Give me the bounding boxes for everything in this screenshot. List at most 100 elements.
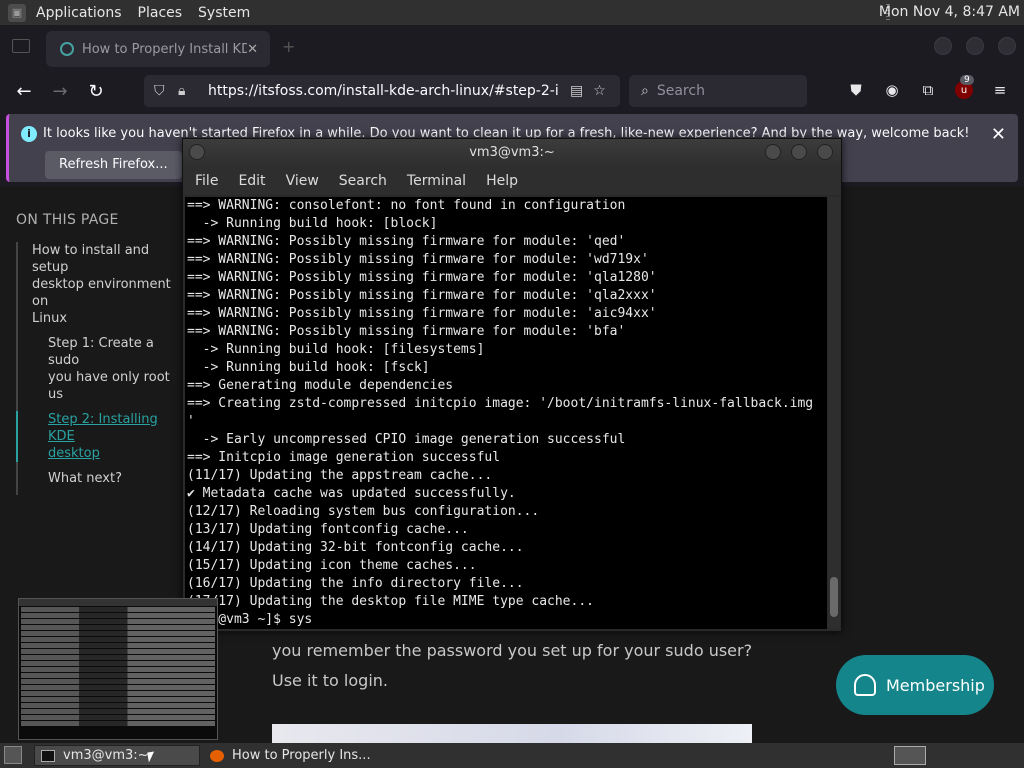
membership-button[interactable]: Membership <box>836 655 994 715</box>
thumbnail-line <box>21 607 215 612</box>
url-text[interactable]: https://itsfoss.com/install-kde-arch-lin… <box>208 83 560 99</box>
toc-item-what-next[interactable]: What next? <box>18 470 186 487</box>
terminal-line: (15/17) Updating icon theme caches... <box>187 558 477 573</box>
show-desktop-icon[interactable] <box>4 746 22 764</box>
terminal-menubar: File Edit View Search Terminal Help <box>183 167 841 195</box>
thumbnail-line <box>21 673 215 678</box>
thumbnail-line <box>21 685 215 690</box>
article-paragraph: you remember the password you set up for… <box>272 636 752 696</box>
firefox-navbar: ← → ↻ ⛉ 🔒︎ https://itsfoss.com/install-k… <box>0 71 1024 111</box>
on-this-page-heading: ON THIS PAGE <box>16 212 119 228</box>
terminal-line: ==> WARNING: Possibly missing firmware f… <box>187 324 626 339</box>
terminal-line: -> Running build hook: [block] <box>187 216 438 231</box>
thumbnail-line <box>21 643 215 648</box>
terminal-maximize-icon[interactable] <box>791 144 807 160</box>
workspace-switcher[interactable] <box>894 746 926 765</box>
ublock-count-badge: 9 <box>960 75 974 85</box>
thumbnail-line <box>21 649 215 654</box>
clock[interactable]: Mon Nov 4, 8:47 AM <box>879 0 1020 25</box>
thumbnail-line <box>21 703 215 708</box>
toc-item-step2[interactable]: Step 2: Installing KDE desktop <box>16 411 186 462</box>
terminal-line: (11/17) Updating the appstream cache... <box>187 468 493 483</box>
mouse-cursor-icon <box>147 751 156 763</box>
new-tab-icon[interactable]: + <box>282 37 295 56</box>
toc-item-step1[interactable]: Step 1: Create a sudo you have only root… <box>18 335 186 403</box>
thumbnail-line <box>21 637 215 642</box>
itsfoss-favicon-icon <box>60 42 74 56</box>
terminal-menu-terminal[interactable]: Terminal <box>407 173 466 189</box>
lock-icon[interactable]: 🔒︎ <box>178 83 196 99</box>
maximize-icon[interactable] <box>966 37 984 55</box>
menu-applications[interactable]: Applications <box>28 5 130 21</box>
terminal-close-icon[interactable] <box>817 144 833 160</box>
terminal-line: ==> WARNING: Possibly missing firmware f… <box>187 288 657 303</box>
terminal-line: (14/17) Updating 32-bit fontconfig cache… <box>187 540 524 555</box>
taskbar-label: vm3@vm3:~ <box>63 748 149 763</box>
thumbnail-line <box>21 715 215 720</box>
terminal-minimize-icon[interactable] <box>765 144 781 160</box>
bookmark-star-icon[interactable]: ☆ <box>593 83 606 99</box>
reload-icon[interactable]: ↻ <box>84 79 108 103</box>
thumbnail-line <box>21 625 215 630</box>
pocket-icon[interactable]: ⛊ <box>845 79 867 101</box>
terminal-line: (16/17) Updating the info directory file… <box>187 576 524 591</box>
terminal-output[interactable]: ==> WARNING: consolefont: no font found … <box>185 197 827 629</box>
close-window-icon[interactable] <box>998 37 1016 55</box>
thumbnail-line <box>21 631 215 636</box>
thumbnail-line <box>21 691 215 696</box>
terminal-window[interactable]: vm3@vm3:~ File Edit View Search Terminal… <box>182 138 842 632</box>
terminal-line: ==> WARNING: Possibly missing firmware f… <box>187 252 649 267</box>
taskbar-item-terminal[interactable]: vm3@vm3:~ <box>34 745 200 766</box>
tab-title: How to Properly Install KDE <box>81 41 248 57</box>
thumbnail-line <box>21 619 215 624</box>
terminal-menu-help[interactable]: Help <box>486 173 518 189</box>
menu-system[interactable]: System <box>190 5 258 21</box>
firefox-view-icon[interactable] <box>12 39 30 53</box>
window-thumbnail-preview[interactable] <box>18 598 218 740</box>
taskbar-label: How to Properly Ins... <box>232 748 371 763</box>
tab-itsfoss[interactable]: How to Properly Install KDE ✕ <box>46 31 270 67</box>
thumbnail-titlebar <box>19 599 217 606</box>
search-input[interactable]: ⌕ Search <box>629 75 807 107</box>
terminal-menu-edit[interactable]: Edit <box>238 173 265 189</box>
article-image <box>272 724 752 744</box>
table-of-contents: How to install and setup desktop environ… <box>16 242 186 495</box>
applications-icon[interactable]: ▣ <box>8 3 26 22</box>
terminal-line: ==> WARNING: Possibly missing firmware f… <box>187 306 657 321</box>
tab-close-icon[interactable]: ✕ <box>247 42 258 57</box>
url-bar[interactable]: ⛉ 🔒︎ https://itsfoss.com/install-kde-arc… <box>144 75 620 107</box>
menu-places[interactable]: Places <box>130 5 191 21</box>
terminal-scrollbar[interactable] <box>828 197 840 629</box>
terminal-line: -> Early uncompressed CPIO image generat… <box>187 432 626 447</box>
extensions-icon[interactable]: ⧉ <box>917 79 939 101</box>
reader-view-icon[interactable]: ▤ <box>570 83 583 99</box>
forward-icon[interactable]: → <box>48 79 72 103</box>
terminal-menu-view[interactable]: View <box>286 173 319 189</box>
taskbar-item-firefox[interactable]: How to Properly Ins... <box>204 745 404 766</box>
thumbnail-line <box>21 667 215 672</box>
terminal-menu-search[interactable]: Search <box>339 173 387 189</box>
article-line: Use it to login. <box>272 671 388 690</box>
scrollbar-thumb[interactable] <box>830 577 838 617</box>
terminal-line: ==> Creating zstd-compressed initcpio im… <box>187 396 814 411</box>
terminal-menu-icon[interactable] <box>189 144 205 160</box>
shield-icon[interactable]: ⛉ <box>154 83 172 99</box>
search-icon: ⌕ <box>641 83 649 99</box>
terminal-titlebar[interactable]: vm3@vm3:~ <box>183 139 841 167</box>
minimize-icon[interactable] <box>934 37 952 55</box>
back-icon[interactable]: ← <box>12 79 36 103</box>
membership-label: Membership <box>886 675 985 695</box>
menu-hamburger-icon[interactable]: ≡ <box>989 79 1011 101</box>
refresh-firefox-button[interactable]: Refresh Firefox... <box>45 151 182 179</box>
thumbnail-line <box>21 679 215 684</box>
terminal-menu-file[interactable]: File <box>195 173 218 189</box>
terminal-line: -> Running build hook: [fsck] <box>187 360 430 375</box>
firefox-icon <box>210 749 224 762</box>
thumbnail-line <box>21 655 215 660</box>
terminal-line: ==> WARNING: consolefont: no font found … <box>187 198 626 213</box>
notification-close-icon[interactable]: ✕ <box>991 124 1006 145</box>
account-icon[interactable]: ◉ <box>881 79 903 101</box>
terminal-line: ' <box>187 414 195 429</box>
terminal-line: (12/17) Reloading system bus configurati… <box>187 504 540 519</box>
toc-item-install[interactable]: How to install and setup desktop environ… <box>18 242 186 327</box>
